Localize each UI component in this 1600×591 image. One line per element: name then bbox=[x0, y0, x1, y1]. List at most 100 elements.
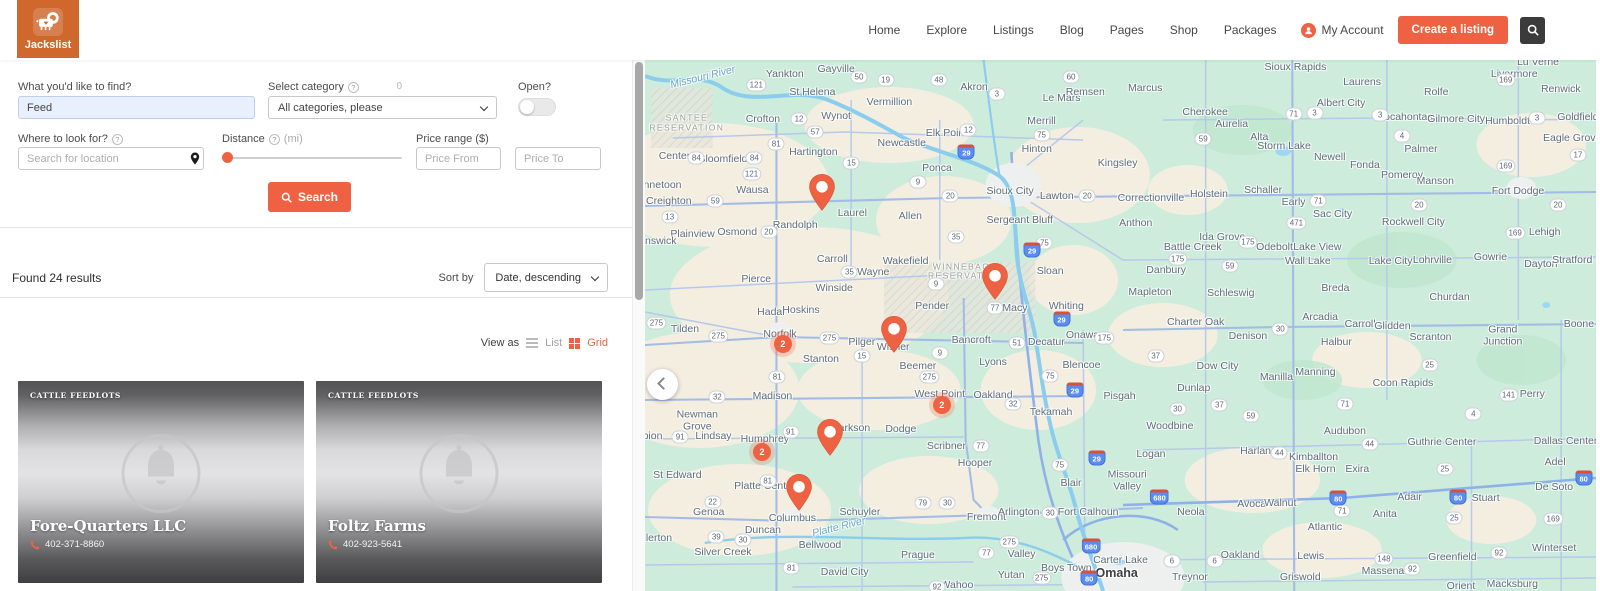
route-shield: 50 bbox=[850, 70, 868, 84]
nav-link[interactable]: Blog bbox=[1060, 23, 1084, 37]
logo[interactable]: Jackslist bbox=[17, 0, 79, 58]
route-shield: 275 bbox=[1031, 571, 1052, 585]
distance-slider[interactable] bbox=[222, 152, 402, 163]
category-select[interactable]: All categories, please bbox=[268, 96, 497, 119]
route-shield: 6 bbox=[1206, 554, 1224, 568]
route-shield: 37 bbox=[1210, 398, 1228, 412]
open-toggle[interactable] bbox=[518, 98, 556, 116]
route-shield: 39 bbox=[707, 530, 725, 544]
scrollbar-thumb[interactable] bbox=[635, 62, 643, 300]
route-shield: 77 bbox=[972, 439, 990, 453]
route-shield: 81 bbox=[759, 474, 777, 488]
my-account-label: My Account bbox=[1321, 23, 1384, 37]
search-button[interactable]: Search bbox=[268, 182, 351, 212]
divider bbox=[0, 297, 632, 298]
route-shield: 175 bbox=[1238, 235, 1258, 249]
route-shield: 22 bbox=[704, 495, 722, 509]
route-shield: 59 bbox=[1194, 132, 1212, 146]
my-account-link[interactable]: My Account bbox=[1300, 22, 1384, 38]
sort-label: Sort by bbox=[438, 271, 474, 284]
route-shield: 60 bbox=[1062, 70, 1080, 84]
bell-placeholder-icon bbox=[115, 428, 207, 525]
price-to-input[interactable] bbox=[515, 147, 601, 170]
map-pin[interactable] bbox=[816, 419, 844, 457]
route-shield: 15 bbox=[853, 349, 871, 363]
distance-label: Distance ? (mi) bbox=[222, 133, 303, 145]
slider-track[interactable] bbox=[222, 157, 402, 159]
map-cluster-marker[interactable]: 2 bbox=[752, 442, 771, 461]
results-count: Found 24 results bbox=[12, 271, 102, 285]
route-shield: 77 bbox=[986, 301, 1004, 315]
nav-link[interactable]: Listings bbox=[993, 23, 1034, 37]
divider bbox=[0, 227, 632, 228]
route-shield: 92 bbox=[1490, 546, 1508, 560]
route-shield: 29 bbox=[1023, 242, 1041, 258]
route-shield: 57 bbox=[806, 125, 824, 139]
route-shield: 680 bbox=[1150, 489, 1169, 505]
route-shield: 81 bbox=[782, 561, 800, 575]
map-pin[interactable] bbox=[981, 262, 1009, 300]
logo-text: Jackslist bbox=[24, 38, 72, 51]
sort-row: Sort by Date, descending bbox=[439, 263, 608, 292]
route-shield: 29 bbox=[1066, 382, 1084, 398]
route-shield: 29 bbox=[1053, 311, 1071, 327]
route-shield: 91 bbox=[671, 430, 689, 444]
grid-view-button[interactable]: Grid bbox=[587, 337, 608, 349]
route-shield: 92 bbox=[1403, 562, 1421, 576]
route-shield: 471 bbox=[1286, 216, 1307, 230]
nav-link[interactable]: Packages bbox=[1224, 23, 1277, 37]
listing-phone[interactable]: 402-371-8860 bbox=[30, 539, 104, 550]
map-cluster-marker[interactable]: 2 bbox=[773, 335, 792, 354]
grid-view-icon[interactable] bbox=[569, 337, 581, 349]
map-cluster-marker[interactable]: 2 bbox=[932, 396, 951, 415]
map-pin[interactable] bbox=[785, 473, 813, 511]
route-shield: 4 bbox=[1393, 129, 1411, 143]
header-search-button[interactable] bbox=[1520, 16, 1545, 44]
route-shield: 25 bbox=[1445, 511, 1463, 525]
nav-link[interactable]: Home bbox=[868, 23, 900, 37]
route-shield: 25 bbox=[1421, 358, 1439, 372]
route-shield: 12 bbox=[959, 123, 977, 137]
search-results-panel: What you'd like to find? Select category… bbox=[0, 60, 632, 591]
nav-link[interactable]: Pages bbox=[1110, 23, 1144, 37]
create-listing-button[interactable]: Create a listing bbox=[1397, 16, 1508, 44]
map-pin[interactable] bbox=[880, 316, 908, 354]
where-label: Where to look for? ? bbox=[18, 133, 123, 145]
list-view-button[interactable]: List bbox=[545, 337, 562, 349]
listing-card[interactable]: CATTLE FEEDLOTS Foltz Farms 402-923-5641 bbox=[316, 381, 602, 583]
route-shield: 148 bbox=[1374, 552, 1394, 566]
top-navbar: Jackslist Home Explore Listings Blog Pages Sh… bbox=[0, 0, 1600, 60]
price-from-input[interactable] bbox=[416, 147, 501, 170]
nav-link[interactable]: Shop bbox=[1170, 23, 1198, 37]
map-canvas[interactable]: Missouri River Platte River SANTEE RESERVA… bbox=[645, 60, 1596, 591]
nav-link[interactable]: Explore bbox=[926, 23, 967, 37]
collapse-panel-button[interactable] bbox=[647, 369, 678, 400]
route-shield: 680 bbox=[1081, 538, 1101, 554]
route-shield: 3 bbox=[1528, 111, 1546, 125]
route-shield: 71 bbox=[1333, 504, 1351, 518]
route-shield: 17 bbox=[1569, 148, 1587, 162]
price-range-label: Price range ($) bbox=[416, 133, 489, 145]
location-input[interactable] bbox=[18, 147, 204, 170]
route-shield: 35 bbox=[840, 265, 858, 279]
find-input[interactable] bbox=[18, 96, 255, 119]
route-shield: 121 bbox=[741, 167, 762, 181]
route-shield: 169 bbox=[1543, 512, 1563, 526]
route-shield: 9 bbox=[909, 175, 927, 189]
listing-phone[interactable]: 402-923-5641 bbox=[328, 539, 402, 550]
route-shield: 3 bbox=[1306, 106, 1323, 120]
route-shield: 30 bbox=[734, 533, 752, 547]
panel-scrollbar[interactable] bbox=[632, 60, 645, 591]
list-view-icon[interactable] bbox=[526, 338, 539, 348]
sort-select[interactable]: Date, descending bbox=[484, 263, 608, 292]
route-shield: 29 bbox=[1088, 450, 1106, 466]
help-icon: ? bbox=[268, 133, 280, 145]
distance-value: 0 bbox=[396, 81, 402, 92]
route-shield: 84 bbox=[745, 151, 763, 165]
route-shield: 15 bbox=[842, 156, 860, 170]
listing-card[interactable]: CATTLE FEEDLOTS Fore-Quarters LLC 402-37… bbox=[18, 381, 304, 583]
map-pin[interactable] bbox=[808, 173, 836, 211]
page-scrollbar-gutter[interactable] bbox=[1596, 60, 1600, 591]
route-shield: 121 bbox=[746, 78, 766, 92]
slider-handle[interactable] bbox=[222, 152, 233, 163]
